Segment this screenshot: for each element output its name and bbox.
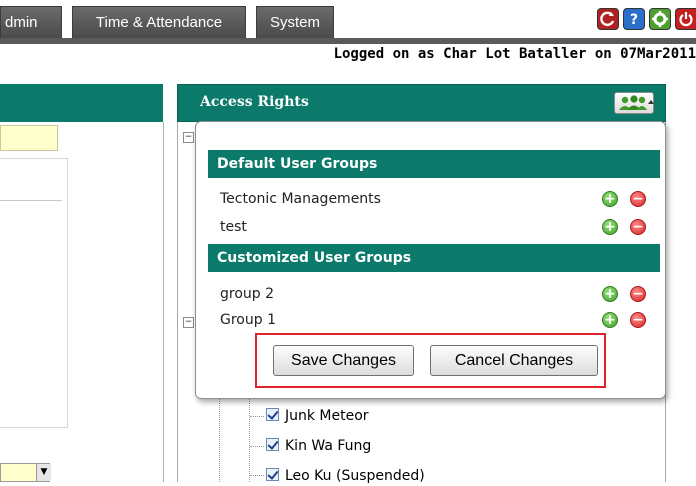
tree-collapse-icon[interactable]: − xyxy=(183,317,194,328)
tab-admin[interactable]: dmin xyxy=(0,6,62,38)
tree-item-label: Kin Wa Fung xyxy=(285,438,372,454)
left-list-box xyxy=(0,158,68,428)
tree-collapse-icon[interactable]: − xyxy=(183,132,194,143)
refresh-icon[interactable] xyxy=(597,8,619,30)
tree-connector xyxy=(249,399,250,482)
save-changes-button[interactable]: Save Changes xyxy=(273,345,414,376)
checkbox-checked[interactable] xyxy=(266,468,279,481)
remove-icon[interactable]: − xyxy=(630,219,646,235)
access-rights-title: Access Rights xyxy=(200,94,309,110)
remove-icon[interactable]: − xyxy=(630,286,646,302)
remove-icon[interactable]: − xyxy=(630,312,646,328)
add-icon[interactable]: + xyxy=(602,191,618,207)
user-groups-button[interactable] xyxy=(614,92,654,114)
group-row: group 2 + − xyxy=(220,283,652,305)
group-name: Tectonic Managements xyxy=(220,191,381,207)
left-panel-header xyxy=(0,84,163,122)
users-icon xyxy=(619,95,654,110)
power-icon[interactable] xyxy=(675,8,696,30)
tree-connector xyxy=(219,399,220,482)
top-navigation-bar: dmin Time & Attendance System ? xyxy=(0,0,696,38)
group-name: test xyxy=(220,219,247,235)
add-icon[interactable]: + xyxy=(602,312,618,328)
checkbox-checked[interactable] xyxy=(266,408,279,421)
nav-divider xyxy=(0,38,696,44)
tab-time-attendance[interactable]: Time & Attendance xyxy=(72,6,246,38)
left-input-field[interactable] xyxy=(0,125,58,151)
group-row: test + − xyxy=(220,216,652,238)
tab-system[interactable]: System xyxy=(256,6,334,38)
cancel-changes-button[interactable]: Cancel Changes xyxy=(430,345,598,376)
group-row: Group 1 + − xyxy=(220,309,652,331)
tree-item[interactable]: Leo Ku (Suspended) xyxy=(266,466,425,486)
group-row: Tectonic Managements + − xyxy=(220,188,652,210)
tree-item[interactable]: Junk Meteor xyxy=(266,406,369,426)
gear-icon[interactable] xyxy=(649,8,671,30)
add-icon[interactable]: + xyxy=(602,286,618,302)
chevron-down-icon[interactable]: ▼ xyxy=(36,464,51,481)
tree-item-label: Junk Meteor xyxy=(285,408,369,424)
customized-groups-header: Customized User Groups xyxy=(208,244,660,272)
default-groups-header: Default User Groups xyxy=(208,150,660,178)
remove-icon[interactable]: − xyxy=(630,191,646,207)
checkbox-checked[interactable] xyxy=(266,438,279,451)
logon-status: Logged on as Char Lot Bataller on 07Mar2… xyxy=(333,46,696,62)
tree-connector xyxy=(250,475,264,476)
help-icon[interactable]: ? xyxy=(623,8,645,30)
add-icon[interactable]: + xyxy=(602,219,618,235)
tree-item[interactable]: Kin Wa Fung xyxy=(266,436,371,456)
group-name: group 2 xyxy=(220,286,275,302)
left-divider xyxy=(0,200,62,201)
tree-connector xyxy=(250,446,264,447)
group-name: Group 1 xyxy=(220,312,276,328)
tree-connector xyxy=(250,416,264,417)
